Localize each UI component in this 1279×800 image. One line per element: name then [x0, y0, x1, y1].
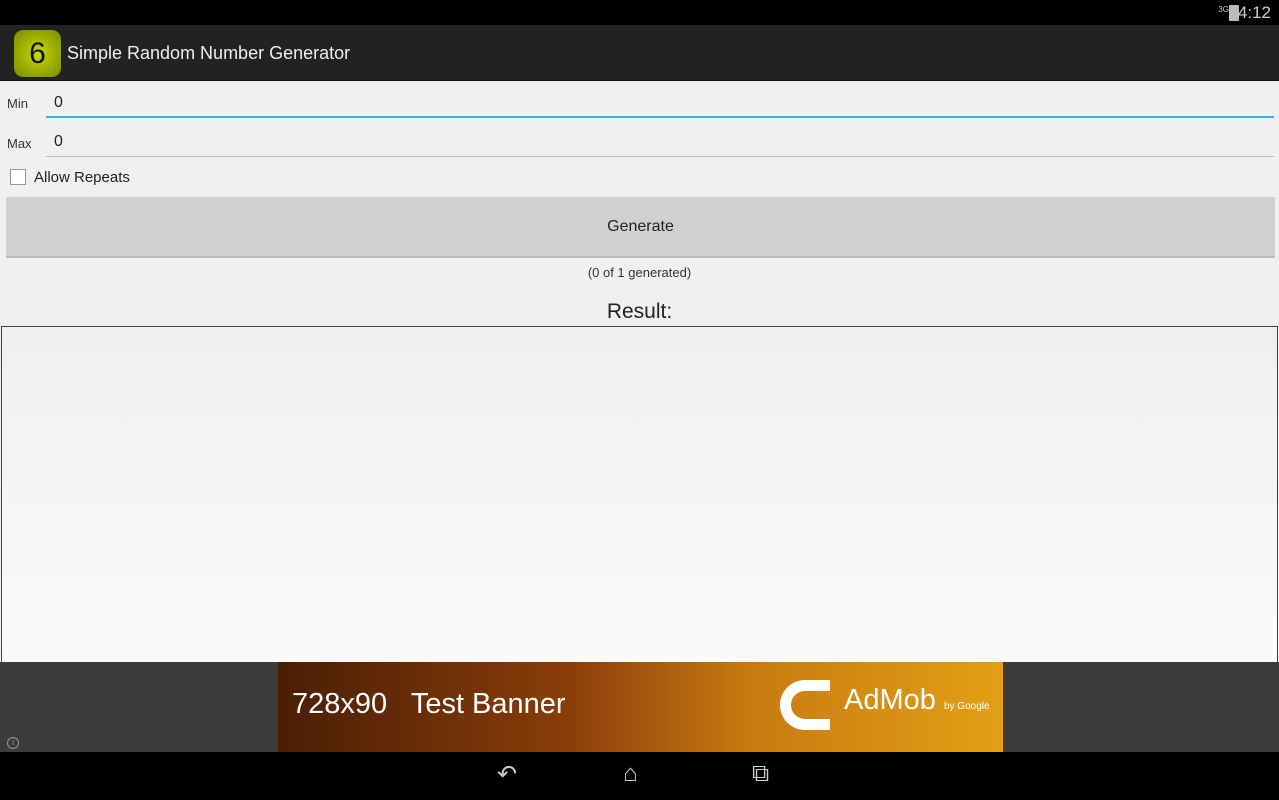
ad-title: Test Banner [410, 688, 566, 720]
by-google-label: by Google [943, 701, 990, 712]
admob-logo-icon [780, 680, 830, 730]
ad-bar: 728x90 Test Banner AdMob by Google i [0, 662, 1279, 752]
admob-label: AdMob [844, 684, 936, 716]
max-input[interactable]: 0 [46, 125, 1274, 157]
result-area [1, 326, 1278, 663]
home-icon[interactable]: ⌂ [623, 760, 638, 788]
ad-size: 728x90 [292, 688, 388, 720]
clock: 4:12 [1237, 3, 1271, 22]
allow-repeats-checkbox[interactable] [10, 169, 26, 185]
result-heading: Result: [606, 300, 673, 323]
ad-brand: AdMob by Google [844, 684, 990, 717]
app-logo-icon: 6 [14, 30, 61, 77]
action-bar: 6 Simple Random Number Generator [0, 25, 1279, 81]
allow-repeats-label[interactable]: Allow Repeats [34, 169, 130, 186]
max-label: Max [7, 136, 32, 151]
navigation-bar: ↶ ⌂ ⧉ [0, 752, 1279, 800]
app-title: Simple Random Number Generator [67, 43, 351, 63]
status-bar: 3G 4:12 [0, 0, 1279, 25]
min-input[interactable]: 0 [46, 86, 1274, 118]
recents-icon[interactable]: ⧉ [752, 760, 769, 788]
min-label: Min [7, 96, 28, 111]
generated-count: (0 of 1 generated) [587, 265, 692, 280]
generate-button[interactable]: Generate [6, 197, 1275, 258]
back-icon[interactable]: ↶ [497, 760, 517, 789]
ad-info-icon[interactable]: i [7, 737, 19, 749]
ad-text: 728x90 Test Banner [292, 688, 566, 721]
ad-banner[interactable]: 728x90 Test Banner AdMob by Google [278, 662, 1003, 752]
signal-icon: 3G [1218, 5, 1229, 14]
